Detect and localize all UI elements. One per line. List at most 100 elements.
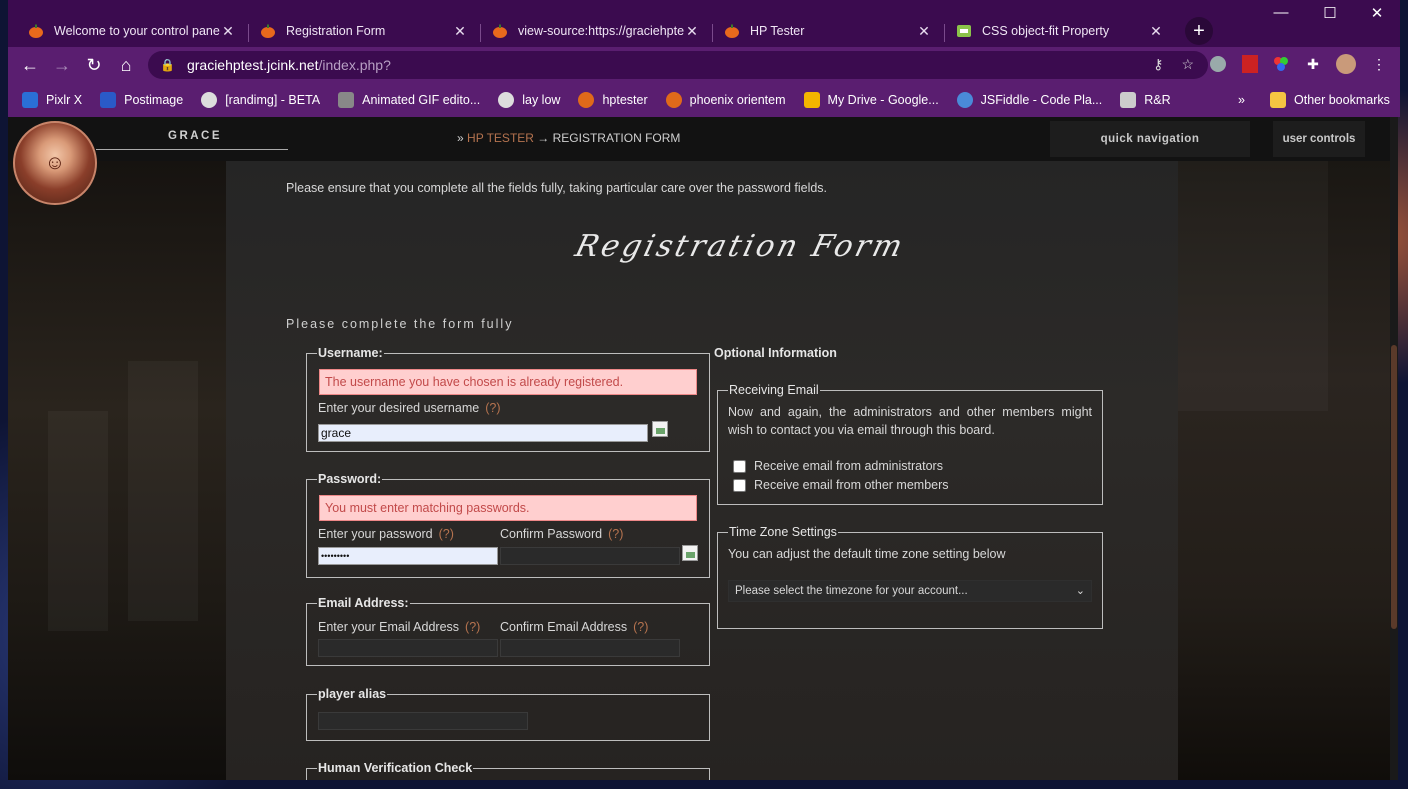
confirm-password-label: Confirm Password (?) <box>500 527 623 541</box>
password-label: Enter your password (?) <box>318 527 454 541</box>
bookmark-pixlr[interactable]: Pixlr X <box>22 92 82 108</box>
maximize-icon[interactable]: ☐ <box>1307 4 1353 22</box>
username-input[interactable]: grace <box>318 424 648 442</box>
registration-content: Please ensure that you complete all the … <box>226 161 1178 780</box>
breadcrumb-separator: » <box>457 131 464 145</box>
other-bookmarks[interactable]: Other bookmarks <box>1270 92 1390 108</box>
wizard-icon <box>1120 92 1137 108</box>
avatar[interactable]: ☺ <box>13 121 97 205</box>
scrollbar[interactable] <box>1390 117 1398 780</box>
gif-icon <box>338 92 355 108</box>
bookmark-randimg[interactable]: [randimg] - BETA <box>201 92 320 108</box>
bookmark-label: Other bookmarks <box>1294 93 1390 107</box>
pdf-icon[interactable] <box>1237 51 1263 77</box>
new-tab-button[interactable]: + <box>1185 17 1213 45</box>
chevron-down-icon: ⌄ <box>1075 585 1085 597</box>
tab-control-panel[interactable]: Welcome to your control panel ✕ <box>16 14 248 48</box>
member-email-label: Receive email from other members <box>754 478 949 492</box>
bookmark-phoenix[interactable]: phoenix orientem <box>665 92 786 108</box>
tab-hp-tester[interactable]: HP Tester ✕ <box>712 14 944 48</box>
tab-view-source[interactable]: view-source:https://graciehptest ✕ <box>480 14 712 48</box>
bookmark-label: R&R <box>1144 93 1171 107</box>
password-error: You must enter matching passwords. <box>319 495 697 521</box>
home-icon[interactable]: ⌂ <box>110 49 142 81</box>
jsfiddle-icon <box>956 92 973 108</box>
breadcrumb-current: → REGISTRATION FORM <box>537 131 681 145</box>
admin-email-option[interactable]: Receive email from administrators <box>733 459 943 473</box>
close-icon[interactable]: ✕ <box>916 23 932 40</box>
menu-icon[interactable]: ⋮ <box>1366 51 1392 77</box>
human-verification-legend: Human Verification Check <box>318 761 473 775</box>
breadcrumb-link-hp-tester[interactable]: HP TESTER <box>467 131 534 145</box>
close-icon[interactable]: ✕ <box>684 23 700 40</box>
password-label-text: Enter your password <box>318 527 433 541</box>
minimize-icon[interactable]: — <box>1258 4 1304 21</box>
username-header: GRACE <box>168 130 223 142</box>
bookmark-lay-low[interactable]: lay low <box>498 92 560 108</box>
bookmark-rr[interactable]: R&R <box>1120 92 1171 108</box>
help-link[interactable]: (?) <box>485 401 500 415</box>
tab-title: HP Tester <box>750 24 805 38</box>
breadcrumb: » HP TESTER → REGISTRATION FORM <box>457 131 680 145</box>
help-link[interactable]: (?) <box>633 620 648 634</box>
help-link[interactable]: (?) <box>465 620 480 634</box>
bookmark-label: Postimage <box>124 93 184 107</box>
form-subtitle: Please complete the form fully <box>286 317 514 331</box>
bookmark-hptester[interactable]: hptester <box>578 92 648 108</box>
key-icon[interactable]: ⚷ <box>1153 56 1163 73</box>
drive-icon <box>803 92 820 108</box>
background-photo-right <box>1178 161 1398 780</box>
colorful-extension-icon[interactable] <box>1268 51 1294 77</box>
password-input[interactable]: ••••••••• <box>318 547 498 565</box>
bookmark-jsfiddle[interactable]: JSFiddle - Code Pla... <box>956 92 1102 108</box>
skype-icon[interactable] <box>1205 51 1231 77</box>
pixlr-icon <box>22 92 38 108</box>
bookmark-gif-editor[interactable]: Animated GIF edito... <box>338 92 480 108</box>
confirm-password-input[interactable] <box>500 547 680 565</box>
bookmark-postimage[interactable]: Postimage <box>100 92 183 108</box>
web-page: ☺ GRACE » HP TESTER → REGISTRATION FORM … <box>8 117 1398 780</box>
close-icon[interactable]: ✕ <box>220 23 236 40</box>
pumpkin-icon <box>665 92 682 108</box>
background-photo-left <box>8 161 226 780</box>
w3schools-icon <box>957 25 971 37</box>
bookmarks-overflow-icon[interactable]: » <box>1238 93 1245 107</box>
email-input[interactable] <box>318 639 498 657</box>
user-controls-button[interactable]: user controls <box>1273 121 1365 157</box>
tab-registration-form[interactable]: Registration Form ✕ <box>248 14 480 48</box>
star-icon[interactable]: ☆ <box>1181 56 1194 73</box>
member-email-checkbox[interactable] <box>733 478 746 492</box>
pumpkin-icon <box>261 24 275 38</box>
bookmark-label: hptester <box>602 93 648 107</box>
confirm-email-input[interactable] <box>500 639 680 657</box>
close-icon[interactable]: ✕ <box>452 23 468 40</box>
email-legend: Email Address: <box>318 596 409 610</box>
puzzle-icon[interactable]: ✚ <box>1300 51 1326 77</box>
bookmark-drive[interactable]: My Drive - Google... <box>803 92 939 108</box>
help-link[interactable]: (?) <box>608 527 623 541</box>
address-bar[interactable]: 🔒 graciehptest.jcink.net/index.php? ⚷ ☆ <box>148 51 1208 79</box>
help-link[interactable]: (?) <box>439 527 454 541</box>
player-alias-input[interactable] <box>318 712 528 730</box>
bookmark-label: lay low <box>522 93 561 107</box>
reload-icon[interactable]: ↻ <box>78 49 110 81</box>
close-icon[interactable]: ✕ <box>1148 23 1164 40</box>
close-window-icon[interactable]: ✕ <box>1354 4 1400 22</box>
time-zone-fieldset: Time Zone Settings <box>717 525 1103 629</box>
member-email-option[interactable]: Receive email from other members <box>733 478 949 492</box>
optional-information-title: Optional Information <box>714 346 837 360</box>
forward-icon[interactable]: → <box>46 49 78 81</box>
time-zone-select[interactable]: Please select the timezone for your acco… <box>728 580 1092 602</box>
profile-avatar[interactable] <box>1333 51 1359 77</box>
human-verification-fieldset: Human Verification Check <box>306 761 710 780</box>
tab-title: Registration Form <box>286 24 386 38</box>
username-label: Enter your desired username (?) <box>318 401 500 415</box>
lock-icon: 🔒 <box>160 58 175 72</box>
email-label-text: Enter your Email Address <box>318 620 460 634</box>
admin-email-checkbox[interactable] <box>733 459 746 473</box>
scrollbar-thumb[interactable] <box>1391 345 1397 629</box>
quick-navigation-button[interactable]: quick navigation <box>1050 121 1250 157</box>
back-icon[interactable]: ← <box>14 49 46 81</box>
tab-css-object-fit[interactable]: CSS object-fit Property ✕ <box>944 14 1176 48</box>
confirm-password-label-text: Confirm Password <box>500 527 603 541</box>
